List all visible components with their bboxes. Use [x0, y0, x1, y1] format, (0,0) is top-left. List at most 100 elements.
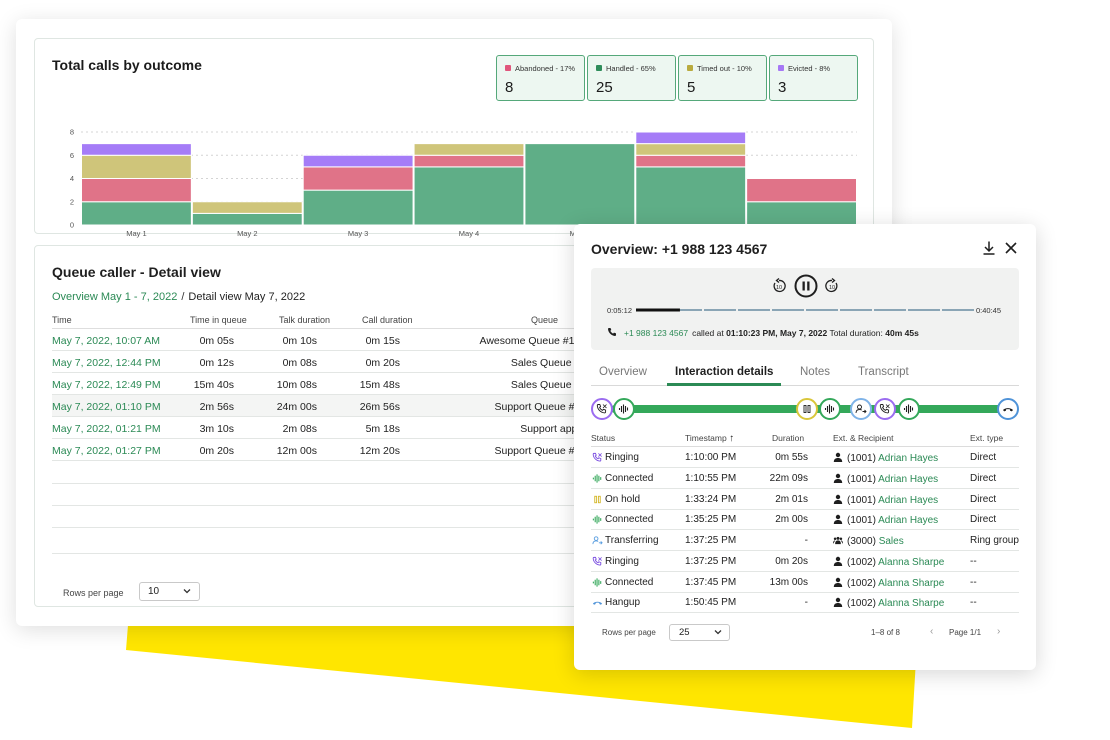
caller-number[interactable]: +1 988 123 4567 — [624, 328, 688, 338]
bar-segment-timed-out[interactable] — [81, 154, 192, 179]
cell-time[interactable]: May 7, 2022, 01:27 PM — [52, 445, 161, 457]
bar-segment-handled[interactable] — [302, 189, 414, 226]
cell-time[interactable]: May 7, 2022, 12:49 PM — [52, 379, 161, 391]
recipient-link[interactable]: Adrian Hayes — [878, 474, 938, 485]
breadcrumb: Overview May 1 - 7, 2022 /Detail view May… — [52, 291, 305, 303]
cell-timestamp: 1:37:25 PM — [685, 555, 737, 567]
cell-time[interactable]: May 7, 2022, 10:07 AM — [52, 335, 160, 347]
progress-track[interactable] — [636, 307, 974, 313]
interaction-row[interactable]: Connected 1:35:25 PM 2m 00s (1001) Adrian H… — [591, 509, 1019, 531]
timeline-hold-icon[interactable] — [796, 398, 818, 420]
col-status[interactable]: Status — [591, 433, 615, 443]
timeline-ringing-icon[interactable] — [591, 398, 613, 420]
overview-tabs: Overview Interaction details Notes Trans… — [591, 364, 1019, 386]
col-duration[interactable]: Duration — [772, 433, 804, 443]
cell-call: 15m 48s — [359, 379, 400, 391]
cell-time[interactable]: May 7, 2022, 01:21 PM — [52, 423, 161, 435]
cell-status: Hangup — [605, 597, 641, 609]
tab-transcript[interactable]: Transcript — [858, 366, 909, 378]
bar-segment-timed-out[interactable] — [191, 201, 303, 214]
col-time[interactable]: Time — [52, 315, 72, 325]
col-ext-type[interactable]: Ext. type — [970, 433, 1003, 443]
tab-notes[interactable]: Notes — [800, 366, 830, 378]
interaction-row[interactable]: On hold 1:33:24 PM 2m 01s (1001) Adrian Hay… — [591, 489, 1019, 510]
cell-call: 26m 56s — [359, 401, 400, 413]
timeline-connected-icon[interactable] — [819, 398, 841, 420]
cell-call: 0m 15s — [365, 335, 400, 347]
bar-segment-abandoned[interactable] — [302, 166, 414, 191]
interaction-row[interactable]: Connected 1:10:55 PM 22m 09s (1001) Adrian … — [591, 468, 1019, 489]
stat-handled[interactable]: Handled - 65% 25 — [587, 55, 676, 101]
col-queue[interactable]: Queue — [531, 315, 558, 325]
bar-segment-handled[interactable] — [746, 201, 858, 226]
stat-handled-label: Handled - 65% — [606, 64, 656, 73]
bar-segment-handled[interactable] — [524, 143, 636, 226]
interaction-row[interactable]: Connected 1:37:45 PM 13m 00s (1002) Alanna … — [591, 572, 1019, 593]
col-ext-recipient[interactable]: Ext. & Recipient — [833, 433, 893, 443]
cell-time[interactable]: May 7, 2022, 01:10 PM — [52, 401, 161, 413]
cell-time[interactable]: May 7, 2022, 12:44 PM — [52, 357, 161, 369]
close-icon[interactable] — [1003, 240, 1019, 256]
interaction-row[interactable]: Ringing 1:10:00 PM 0m 55s (1001) Adrian Hay… — [591, 447, 1019, 468]
interaction-row[interactable]: Ringing 1:37:25 PM 0m 20s (1002) Alanna Sha… — [591, 551, 1019, 572]
recipient-link[interactable]: Alanna Sharpe — [878, 578, 944, 589]
timeline-transfer-icon[interactable] — [850, 398, 872, 420]
bar-segment-evicted[interactable] — [302, 154, 414, 168]
bar-segment-handled[interactable] — [81, 201, 192, 226]
audio-player: 10 10 0:05:12 0:40:45 +1 988 123 4567 cal… — [591, 268, 1019, 350]
col-talk-duration[interactable]: Talk duration — [279, 315, 330, 325]
interaction-row[interactable]: Transferring 1:37:25 PM - (3000) Sales Ring … — [591, 530, 1019, 551]
tab-overview[interactable]: Overview — [599, 366, 647, 378]
col-time-in-queue[interactable]: Time in queue — [190, 315, 247, 325]
col-timestamp[interactable]: Timestamp ↑ — [685, 433, 734, 444]
download-icon[interactable] — [981, 240, 997, 256]
recipient-link[interactable]: Adrian Hayes — [878, 453, 938, 464]
bar-segment-timed-out[interactable] — [413, 143, 525, 156]
cell-duration: 0m 20s — [775, 555, 808, 567]
bar-segment-evicted[interactable] — [635, 131, 747, 145]
timeline-ringing-icon[interactable] — [874, 398, 896, 420]
interaction-row[interactable]: Hangup 1:50:45 PM - (1002) Alanna Sharpe -- — [591, 592, 1019, 614]
stat-evicted-label: Evicted - 8% — [788, 64, 831, 73]
recipient-link[interactable]: Adrian Hayes — [878, 495, 938, 506]
bar-segment-abandoned[interactable] — [746, 178, 858, 203]
cell-recipient: (1001) Adrian Hayes — [833, 514, 938, 526]
bar-segment-abandoned[interactable] — [81, 178, 192, 203]
bar-segment-abandoned[interactable] — [413, 154, 525, 168]
timeline-connected-icon[interactable] — [613, 398, 635, 420]
stat-evicted[interactable]: Evicted - 8% 3 — [769, 55, 858, 101]
recipient-link[interactable]: Sales — [879, 536, 904, 547]
recipient-link[interactable]: Alanna Sharpe — [878, 598, 944, 609]
cell-in-queue: 0m 12s — [199, 357, 234, 369]
recipient-link[interactable]: Alanna Sharpe — [878, 557, 944, 568]
bar-segment-timed-out[interactable] — [635, 143, 747, 156]
bar-segment-abandoned[interactable] — [635, 154, 747, 168]
bar-segment-handled[interactable] — [191, 212, 303, 226]
pause-icon[interactable] — [794, 274, 818, 298]
stat-abandoned[interactable]: Abandoned - 17% 8 — [496, 55, 585, 101]
tab-interaction-details[interactable]: Interaction details — [675, 366, 773, 378]
breadcrumb-current: Detail view May 7, 2022 — [188, 291, 306, 303]
stat-timed-out[interactable]: Timed out - 10% 5 — [678, 55, 767, 101]
recipient-link[interactable]: Adrian Hayes — [878, 515, 938, 526]
cell-ext-type: Ring group — [970, 535, 1019, 546]
rows-per-page-select[interactable]: 10 — [139, 582, 200, 601]
timeline-hangup-icon[interactable] — [997, 398, 1019, 420]
bar-segment-handled[interactable] — [635, 166, 747, 226]
bar-segment-evicted[interactable] — [81, 143, 192, 156]
breadcrumb-overview-link[interactable]: Overview May 1 - 7, 2022 — [52, 291, 177, 303]
rows-per-page-select[interactable]: 25 — [669, 624, 730, 641]
extension: (1001) — [847, 473, 876, 485]
bar-segment-handled[interactable] — [413, 166, 525, 226]
person-icon — [833, 556, 843, 566]
cell-status: Ringing — [605, 555, 639, 567]
timeline-connected-icon[interactable] — [898, 398, 920, 420]
rewind-10-icon[interactable]: 10 — [771, 278, 787, 294]
forward-10-icon[interactable]: 10 — [824, 278, 840, 294]
next-page-button[interactable]: › — [997, 626, 1000, 637]
col-call-duration[interactable]: Call duration — [362, 315, 413, 325]
cell-recipient: (1002) Alanna Sharpe — [833, 577, 944, 589]
prev-page-button[interactable]: ‹ — [930, 626, 933, 637]
call-info: +1 988 123 4567 called at 01:10:23 PM, Ma… — [624, 328, 919, 338]
extension: (1001) — [847, 453, 876, 464]
